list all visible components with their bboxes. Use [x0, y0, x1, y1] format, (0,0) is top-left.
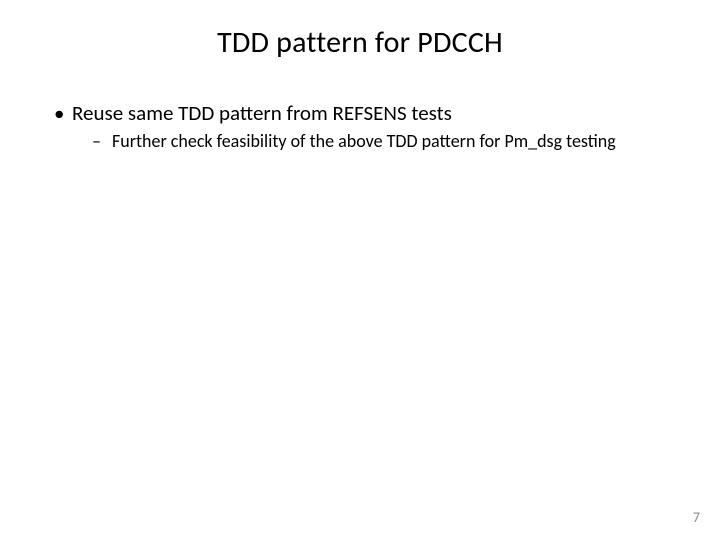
- bullet-list-level1: Reuse same TDD pattern from REFSENS test…: [50, 100, 670, 154]
- bullet-text: Reuse same TDD pattern from REFSENS test…: [72, 100, 452, 126]
- slide: TDD pattern for PDCCH Reuse same TDD pat…: [0, 0, 720, 540]
- bullet-list-level2: Further check feasibility of the above T…: [72, 130, 670, 153]
- slide-body: Reuse same TDD pattern from REFSENS test…: [50, 100, 670, 160]
- page-number: 7: [693, 509, 700, 526]
- bullet-subtext: Further check feasibility of the above T…: [112, 130, 616, 152]
- bullet-item: Reuse same TDD pattern from REFSENS test…: [50, 100, 670, 154]
- slide-title: TDD pattern for PDCCH: [0, 24, 720, 61]
- bullet-subitem: Further check feasibility of the above T…: [72, 130, 670, 153]
